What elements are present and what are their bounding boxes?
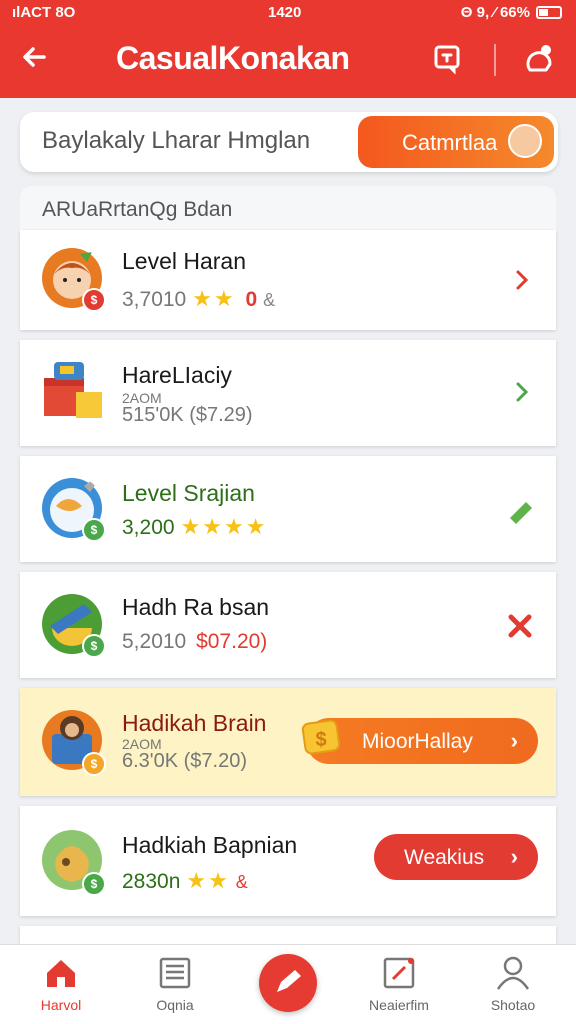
tab-label: Neaierfim bbox=[369, 997, 429, 1013]
battery-icon bbox=[536, 6, 562, 19]
edit-icon bbox=[277, 970, 301, 992]
compose-button[interactable] bbox=[259, 954, 317, 1012]
item-meta: 5,2010 $07.20) bbox=[122, 630, 267, 654]
item-title: Hadkiah Bapnian bbox=[122, 832, 298, 858]
status-time: 1420 bbox=[268, 4, 302, 21]
item-title: Level Srajian bbox=[122, 480, 255, 506]
signal-label: ılACT 8O bbox=[12, 4, 76, 21]
notification-icon[interactable] bbox=[520, 40, 556, 76]
list-item[interactable]: $ Level Srajian 3,200 ★★★★ bbox=[20, 456, 556, 562]
avatar bbox=[508, 124, 542, 158]
tab-label: Shotao bbox=[490, 997, 536, 1013]
close-icon[interactable] bbox=[506, 612, 534, 640]
list-item[interactable]: $ Hadkiah Bapnian 2830n ★★ & Weakius › bbox=[20, 806, 556, 916]
search-button[interactable]: Catmrtlaa bbox=[358, 116, 554, 168]
list-item[interactable]: $ Hadh Ra bsan 5,2010 $07.20) bbox=[20, 572, 556, 678]
item-count: 3,200 bbox=[122, 516, 175, 539]
search-bar: Catmrtlaa bbox=[20, 112, 558, 172]
item-title: Hadikah Brain bbox=[122, 710, 267, 736]
back-arrow-icon[interactable] bbox=[18, 40, 52, 74]
coin-badge-icon: $ bbox=[82, 634, 106, 658]
item-title: Hadh Ra bsan bbox=[122, 594, 270, 620]
svg-text:$: $ bbox=[315, 729, 326, 751]
check-icon[interactable] bbox=[506, 496, 536, 526]
tag-icon: & bbox=[235, 872, 248, 892]
search-input[interactable] bbox=[42, 126, 362, 156]
item-count: 3,7010 bbox=[122, 288, 187, 311]
note-icon bbox=[383, 957, 415, 989]
more-button[interactable]: $ MioorHallay › bbox=[301, 718, 538, 764]
page-title: CasualKonakan bbox=[116, 40, 350, 76]
coin-badge-icon: $ bbox=[82, 752, 106, 776]
app-header: ılACT 8O 1420 Θ 9, ⁄ 66% CasualKonakan bbox=[0, 0, 576, 98]
item-meta: 515'0K ($7.29) bbox=[122, 404, 253, 426]
header-divider bbox=[494, 44, 496, 76]
list-item-highlighted[interactable]: $ Hadikah Brain 2AOM 6.3'0K ($7.20) $ Mi… bbox=[20, 688, 556, 796]
coin-badge-icon: $ bbox=[82, 288, 106, 312]
status-indicators: Θ 9, ⁄ 66% bbox=[460, 4, 530, 21]
chevron-right-icon[interactable] bbox=[510, 380, 534, 404]
gift-box-icon bbox=[44, 362, 102, 418]
status-bar: ılACT 8O 1420 Θ 9, ⁄ 66% bbox=[0, 4, 576, 24]
tab-home[interactable]: Harvol bbox=[6, 945, 116, 1024]
tab-label: Harvol bbox=[40, 997, 82, 1013]
tag-icon: & bbox=[263, 290, 276, 310]
item-count: 2830n bbox=[122, 870, 181, 893]
search-button-label: Catmrtlaa bbox=[402, 130, 498, 155]
section-title: ARUaRrtanQg Bdan bbox=[42, 198, 233, 221]
coin-badge-icon: $ bbox=[82, 518, 106, 542]
rating-value: 0 bbox=[245, 288, 258, 311]
list-item[interactable]: HareLIaciy 2AOM 515'0K ($7.29) bbox=[20, 340, 556, 446]
weekly-button[interactable]: Weakius › bbox=[374, 834, 538, 880]
item-meta: 3,7010 ★★ 0 & bbox=[122, 286, 275, 312]
coin-badge-icon: $ bbox=[82, 872, 106, 896]
item-meta: 6.3'0K ($7.20) bbox=[122, 750, 248, 772]
tab-profile[interactable]: Shotao bbox=[458, 945, 568, 1024]
chevron-right-icon: › bbox=[510, 728, 518, 753]
profile-icon bbox=[496, 956, 530, 990]
star-rating-icon: ★★★★ bbox=[180, 514, 268, 539]
coin-icon: $ bbox=[301, 719, 341, 755]
status-right: Θ 9, ⁄ 66% bbox=[461, 4, 562, 21]
item-price: $07.20) bbox=[196, 630, 268, 653]
list-icon bbox=[159, 957, 191, 989]
section-header: ARUaRrtanQg Bdan bbox=[20, 186, 556, 230]
tab-notes[interactable]: Neaierfim bbox=[344, 945, 454, 1024]
weekly-button-label: Weakius bbox=[404, 846, 485, 869]
chevron-right-icon: › bbox=[510, 844, 518, 869]
item-meta: 3,200 ★★★★ bbox=[122, 514, 267, 540]
home-icon bbox=[47, 960, 75, 987]
star-rating-icon: ★★ bbox=[186, 868, 230, 893]
tab-label: Oqnia bbox=[156, 997, 194, 1013]
more-button-label: MioorHallay bbox=[362, 730, 473, 753]
star-rating-icon: ★★ bbox=[192, 286, 236, 311]
tab-list[interactable]: Oqnia bbox=[120, 945, 230, 1024]
item-title: HareLIaciy bbox=[122, 362, 232, 388]
item-meta: 2830n ★★ & bbox=[122, 868, 248, 894]
item-title: Level Haran bbox=[122, 248, 247, 274]
item-count: 5,2010 bbox=[122, 630, 187, 653]
chevron-right-icon[interactable] bbox=[510, 268, 534, 292]
chat-icon[interactable] bbox=[430, 40, 466, 76]
list-item[interactable]: $ Level Haran 3,7010 ★★ 0 & bbox=[20, 230, 556, 330]
